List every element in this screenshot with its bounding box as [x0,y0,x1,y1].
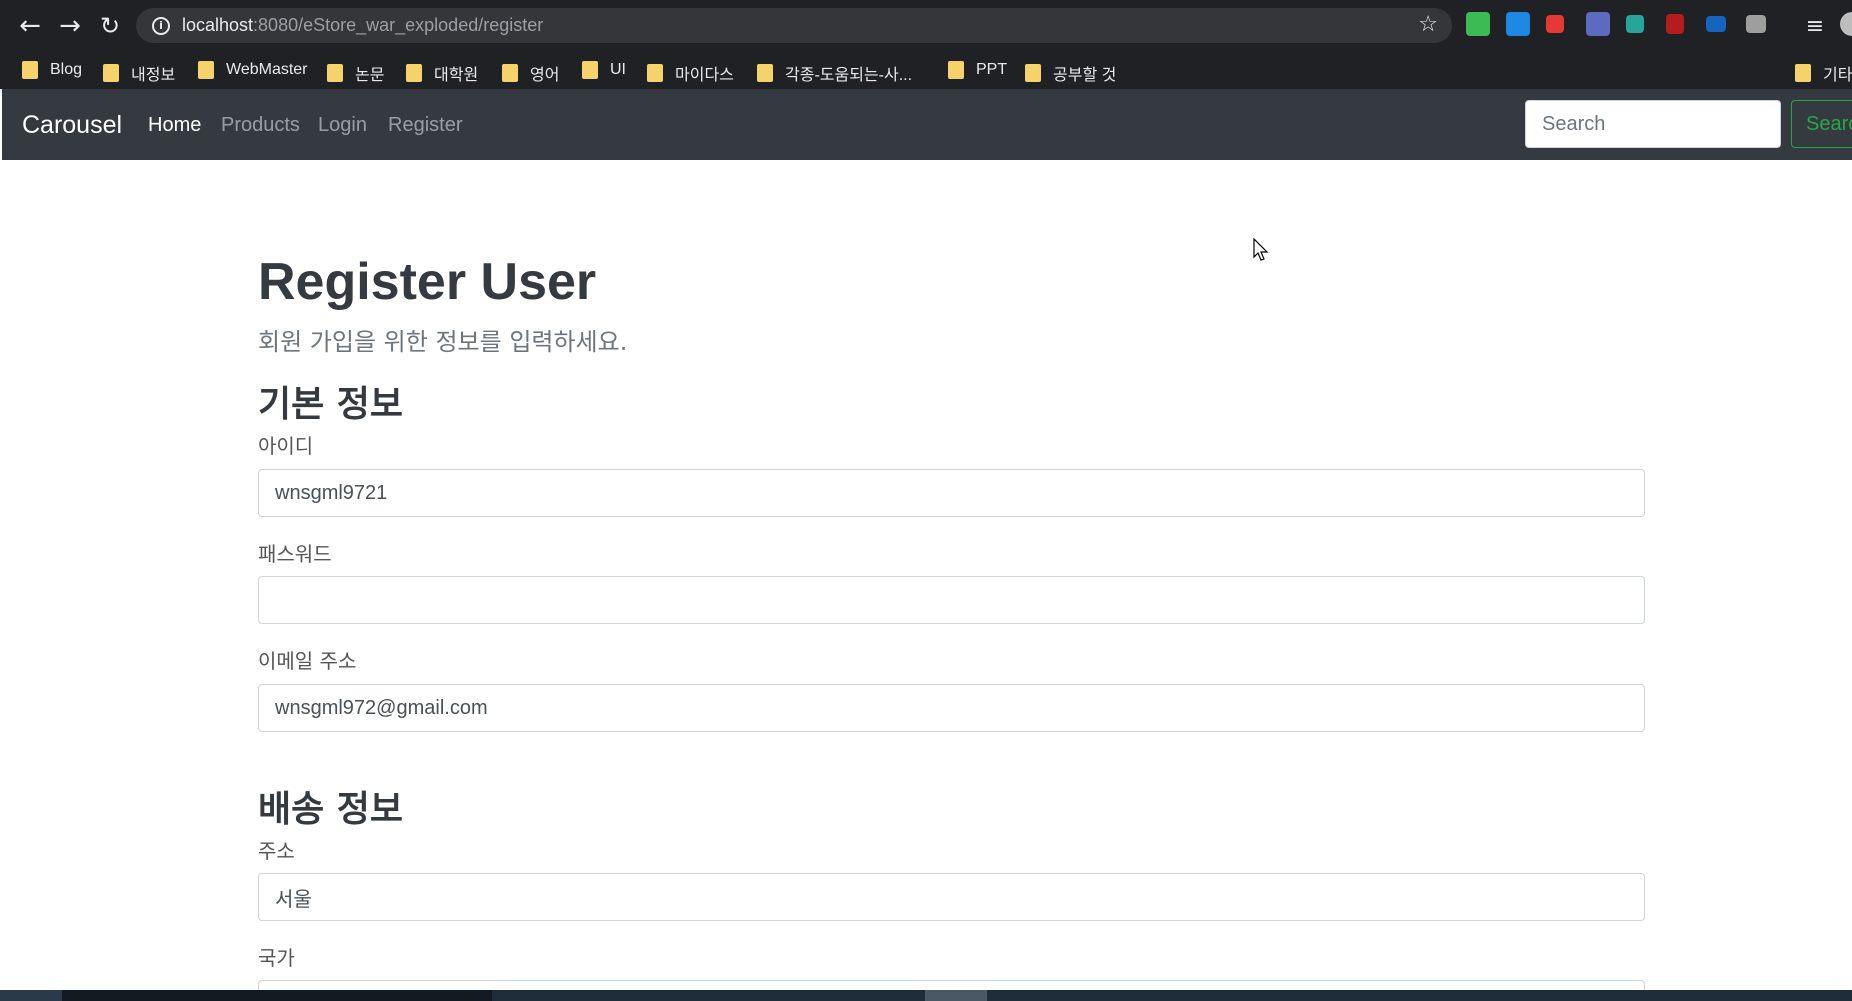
url-text: localhost:8080/eStore_war_exploded/regis… [182,15,543,36]
email-input[interactable]: wnsgml972@gmail.com [258,684,1645,732]
id-label: 아이디 [258,434,314,458]
extension-print-icon[interactable] [1746,15,1766,33]
extension-screen-icon[interactable] [1706,16,1726,32]
taskbar-start[interactable] [0,990,62,1001]
folder-icon [948,61,964,79]
bookmark-webmaster[interactable]: WebMaster [198,61,308,79]
bookmark-label: 마이다스 [675,67,734,84]
bookmark-midas[interactable]: 마이다스 [647,61,734,85]
nav-products[interactable]: Products [221,114,300,137]
bookmark-blog[interactable]: Blog [22,61,82,79]
extension-pdf-icon[interactable] [1666,14,1684,34]
extension-red-icon[interactable] [1546,15,1564,33]
site-navbar: Carousel Home Products Login Register Se… [2,89,1852,160]
bookmark-label: 내정보 [131,67,176,84]
bookmark-ui[interactable]: UI [582,61,626,79]
password-input[interactable] [258,576,1645,624]
browser-toolbar: ← → ↻ i localhost:8080/eStore_war_explod… [0,0,1852,52]
bookmark-label: 논문 [355,67,385,84]
folder-icon [757,64,773,82]
bookmark-english[interactable]: 영어 [502,61,559,85]
extension-calendar-icon[interactable] [1586,12,1610,36]
folder-icon [406,64,422,82]
site-info-icon[interactable]: i [152,16,170,35]
bookmark-ppt[interactable]: PPT [948,61,1007,79]
page-title: Register User [258,253,597,311]
folder-icon [647,64,663,82]
bookmark-label: 대학원 [434,67,479,84]
address-input[interactable]: 서울 [258,873,1645,921]
bookmark-misc[interactable]: 각종-도움되는-사... [757,61,912,85]
bookmark-study[interactable]: 공부할 것 [1025,61,1116,85]
id-input[interactable]: wnsgml9721 [258,469,1645,517]
email-label: 이메일 주소 [258,649,357,673]
folder-icon [327,64,343,82]
folder-icon [1795,64,1811,82]
nav-login[interactable]: Login [318,114,367,137]
folder-icon [1025,64,1041,82]
forward-button[interactable]: → [50,6,90,46]
bookmark-grad-school[interactable]: 대학원 [406,61,478,85]
bookmark-papers[interactable]: 논문 [327,61,384,85]
shipping-info-heading: 배송 정보 [258,789,404,830]
bookmark-star-icon[interactable]: ☆ [1418,12,1438,37]
page-subtitle: 회원 가입을 위한 정보를 입력하세요. [258,328,628,356]
extension-green-icon[interactable] [1466,12,1490,36]
bookmarks-bar: Blog 내정보 WebMaster 논문 대학원 영어 UI 마이다스 각종-… [0,52,1852,89]
bookmark-label: Blog [50,61,83,78]
bookmark-label: 공부할 것 [1053,67,1117,84]
folder-icon [502,64,518,82]
folder-icon [22,61,38,79]
bookmark-label: UI [610,61,626,78]
nav-home[interactable]: Home [148,114,201,137]
browser-chrome: ← → ↻ i localhost:8080/eStore_war_explod… [0,0,1852,89]
reload-button[interactable]: ↻ [90,6,130,46]
password-label: 패스워드 [258,542,332,566]
taskbar-search[interactable] [62,990,492,1001]
bookmark-label: WebMaster [226,61,308,78]
url-path: :8080/eStore_war_exploded/register [253,15,544,35]
back-button[interactable]: ← [10,6,50,46]
extension-blue-icon[interactable] [1506,12,1530,36]
folder-icon [198,61,214,79]
extension-pen-icon[interactable] [1626,15,1644,33]
nav-register[interactable]: Register [388,114,462,137]
address-bar[interactable]: i localhost:8080/eStore_war_exploded/reg… [136,8,1452,43]
profile-avatar[interactable] [1840,12,1852,36]
bookmark-label: 각종-도움되는-사... [785,67,913,84]
navbar-brand[interactable]: Carousel [22,111,122,140]
basic-info-heading: 기본 정보 [258,384,404,425]
folder-icon [582,61,598,79]
address-label: 주소 [258,839,295,863]
search-button[interactable]: Search [1791,100,1852,148]
country-label: 국가 [258,946,295,970]
bookmark-my-info[interactable]: 내정보 [103,61,175,85]
folder-icon [103,64,119,82]
bookmark-label: 기타 [1823,67,1852,84]
os-taskbar [0,990,1852,1001]
taskbar-active-app[interactable] [925,990,987,1001]
bookmark-label: 영어 [530,67,560,84]
url-host: localhost [182,15,254,35]
bookmark-label: PPT [976,61,1008,78]
bookmark-other[interactable]: 기타 [1795,61,1852,85]
country-input[interactable] [258,980,1645,990]
media-control-icon[interactable]: ≡ [1795,6,1835,46]
search-input[interactable]: Search [1525,100,1781,148]
mouse-cursor-icon [1253,238,1269,261]
